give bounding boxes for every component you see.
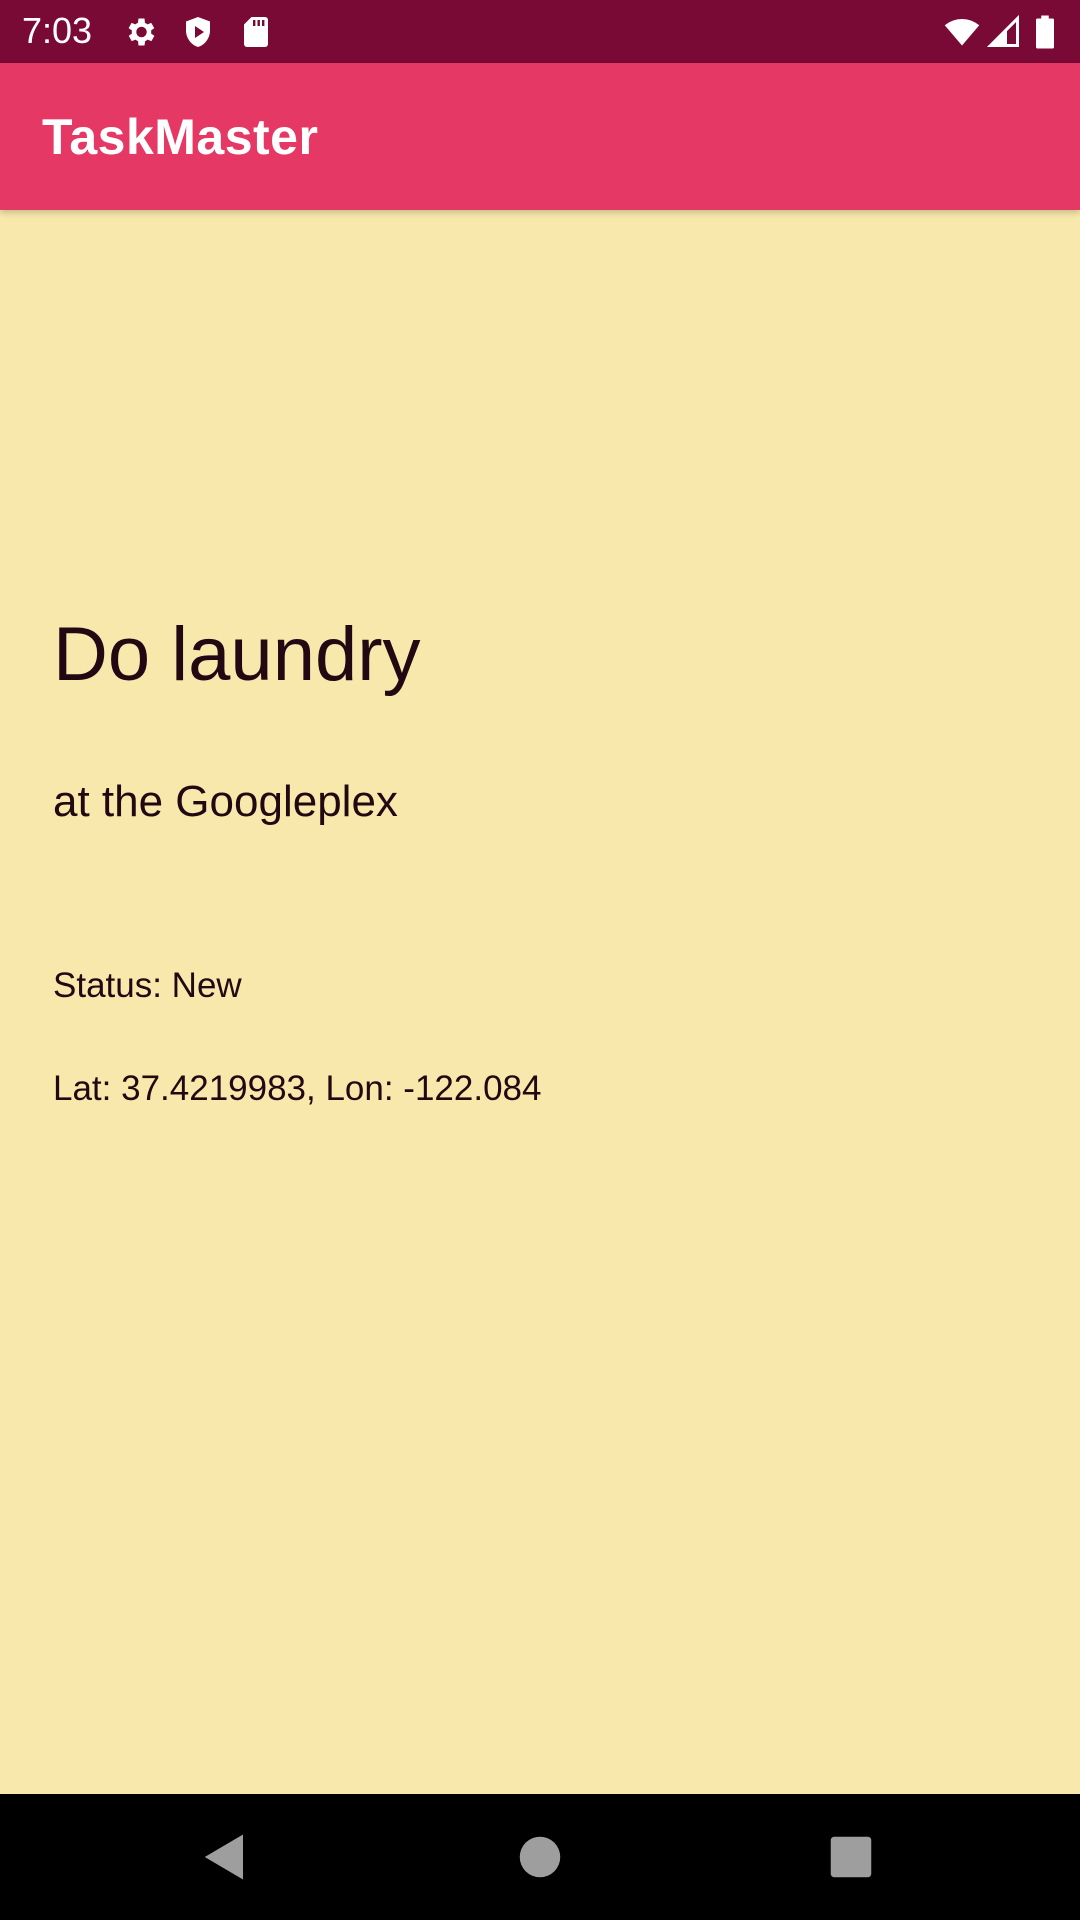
task-detail: Do laundry at the Googleplex Status: New… bbox=[0, 210, 1080, 1794]
app-title: TaskMaster bbox=[42, 109, 319, 165]
recents-icon[interactable] bbox=[824, 1830, 878, 1884]
task-title: Do laundry bbox=[53, 612, 421, 697]
task-status: Status: New bbox=[53, 966, 242, 1005]
cell-signal-icon bbox=[986, 14, 1022, 50]
wifi-icon bbox=[944, 14, 980, 50]
gear-icon bbox=[122, 14, 158, 50]
back-icon[interactable] bbox=[198, 1830, 252, 1884]
navigation-bar bbox=[0, 1794, 1080, 1920]
sd-card-icon bbox=[238, 14, 274, 50]
status-bar: 7:03 bbox=[0, 0, 1080, 63]
home-icon[interactable] bbox=[513, 1830, 567, 1884]
status-time: 7:03 bbox=[22, 10, 93, 51]
shield-play-icon bbox=[180, 14, 216, 50]
app-bar: TaskMaster bbox=[0, 63, 1080, 210]
task-location: at the Googleplex bbox=[53, 777, 398, 826]
battery-icon bbox=[1030, 14, 1060, 50]
task-coordinates: Lat: 37.4219983, Lon: -122.084 bbox=[53, 1069, 542, 1108]
